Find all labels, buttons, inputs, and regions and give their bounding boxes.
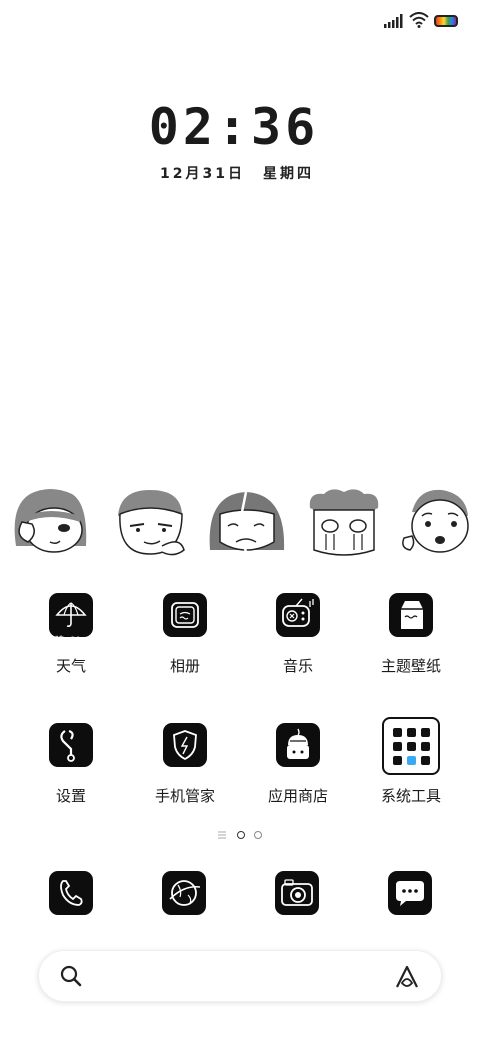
umbrella-icon — [55, 602, 87, 627]
app-store-tile[interactable] — [276, 723, 320, 767]
girl-face-icon — [14, 489, 87, 553]
mini-app-icon — [421, 756, 430, 765]
app-label: 设置 — [55, 787, 86, 805]
mini-app-icon — [393, 728, 402, 737]
battery-icon — [434, 15, 458, 27]
crying-girl-face-icon — [209, 491, 285, 553]
page-dot-current[interactable] — [237, 831, 245, 839]
camera-icon — [281, 879, 313, 906]
sick-face-icon — [402, 489, 469, 553]
dock-camera[interactable] — [275, 871, 319, 915]
milk-carton-icon — [401, 601, 423, 629]
browser-globe-icon — [169, 880, 201, 906]
app-label: 主题壁纸 — [380, 657, 441, 675]
shop-bag-icon — [287, 728, 309, 759]
app-label: 系统工具 — [380, 787, 441, 805]
clock-time[interactable]: 02:36 — [0, 98, 468, 156]
clock-date: 12月31日 — [160, 166, 245, 182]
page-indicator[interactable] — [218, 829, 268, 841]
mini-app-icon — [407, 756, 416, 765]
weather-temp: 晴 -1° — [55, 636, 81, 646]
app-settings-tile[interactable] — [49, 723, 93, 767]
app-store[interactable]: 应用商店 — [243, 723, 353, 823]
app-themes-tile[interactable] — [389, 593, 433, 637]
app-gallery-tile[interactable] — [163, 593, 207, 637]
status-bar — [0, 0, 480, 44]
folder-grid-icon[interactable] — [382, 717, 440, 775]
phone-icon — [60, 880, 83, 906]
radio-icon — [282, 598, 314, 627]
signal-icon — [384, 14, 403, 28]
app-weather-tile[interactable]: 晴 -1° — [49, 593, 93, 646]
app-themes[interactable]: 主题壁纸 — [356, 593, 466, 693]
mini-app-icon — [393, 756, 402, 765]
app-phone-manager[interactable]: 手机管家 — [130, 723, 240, 823]
mini-app-icon — [407, 728, 416, 737]
photo-frame-icon — [171, 602, 199, 628]
mini-app-icon — [393, 742, 402, 751]
app-label: 应用商店 — [267, 787, 328, 805]
dock-browser[interactable] — [162, 871, 206, 915]
wrench-icon — [60, 729, 75, 762]
app-label: 天气 — [55, 657, 86, 675]
voice-assistant-icon[interactable] — [393, 963, 421, 989]
mini-app-icon — [421, 742, 430, 751]
app-gallery[interactable]: 相册 — [130, 593, 240, 693]
curly-hair-face-icon — [309, 489, 379, 556]
mini-app-icon — [407, 742, 416, 751]
menu-lines-icon — [218, 831, 226, 839]
wifi-icon — [409, 12, 429, 28]
dock-phone[interactable] — [49, 871, 93, 915]
app-label: 相册 — [169, 657, 200, 675]
message-bubble-icon — [396, 881, 424, 906]
app-weather[interactable]: 晴 -1° 天气 — [16, 593, 126, 693]
dock-messages[interactable] — [388, 871, 432, 915]
app-settings[interactable]: 设置 — [16, 723, 126, 823]
clock-weekday: 星期四 — [263, 166, 314, 182]
shield-icon — [173, 730, 197, 761]
page-dot[interactable] — [254, 831, 262, 839]
app-music-tile[interactable] — [276, 593, 320, 637]
app-label: 手机管家 — [154, 787, 215, 805]
boy-face-icon — [118, 490, 185, 556]
app-music[interactable]: 音乐 — [243, 593, 353, 693]
app-folder-system-tools[interactable]: 系统工具 — [356, 717, 466, 823]
search-icon[interactable] — [59, 964, 83, 988]
app-phone-manager-tile[interactable] — [163, 723, 207, 767]
search-bar[interactable] — [38, 950, 442, 1002]
app-label: 音乐 — [282, 657, 313, 675]
mini-app-icon — [421, 728, 430, 737]
